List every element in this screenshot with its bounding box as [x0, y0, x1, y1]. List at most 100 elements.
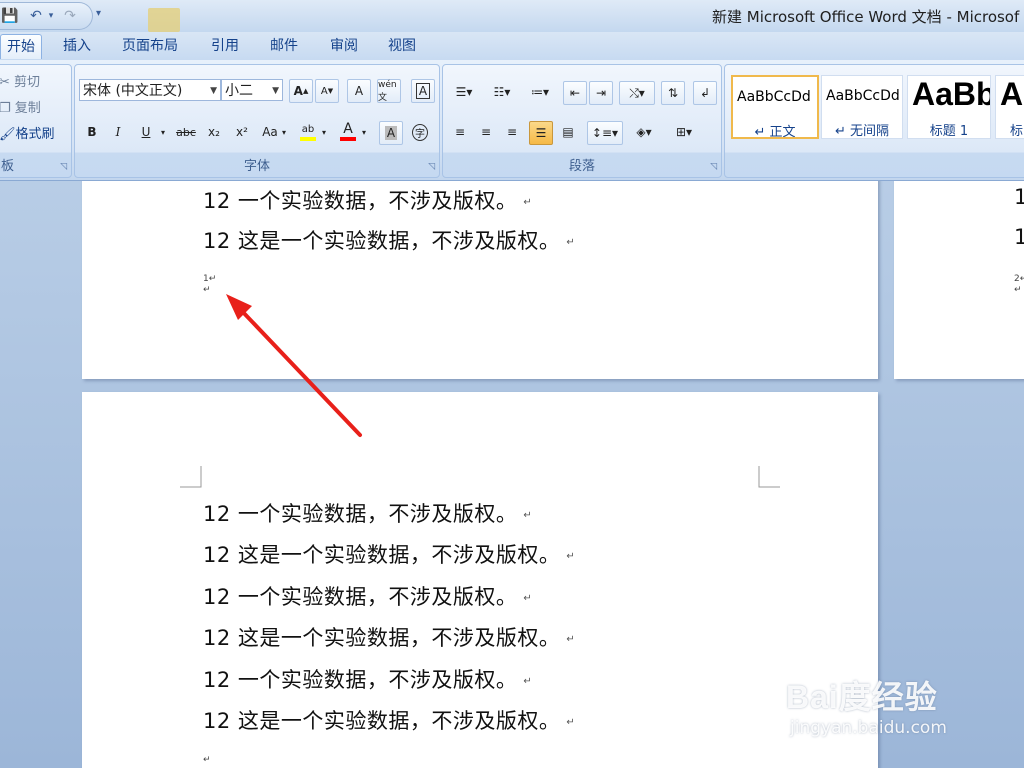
justify-icon[interactable]: ☰ — [529, 121, 553, 145]
subscript-button[interactable]: x₂ — [203, 121, 225, 143]
undo-icon[interactable]: ↶ — [26, 6, 46, 26]
text-line[interactable]: 12 这是一个实验数据，不涉及版权。 ↵ — [203, 539, 575, 569]
save-icon[interactable]: 💾 — [0, 6, 20, 26]
customize-qat-icon[interactable]: ▾ — [96, 8, 101, 19]
highlighter-icon: ab — [301, 123, 315, 135]
font-group: 宋体 (中文正文) ▼ 小二 ▼ A ▲ A ▼ A wén文 A B I U ▾ ab… — [74, 64, 440, 178]
tab-page-layout[interactable]: 页面布局 — [116, 34, 184, 58]
text-line[interactable]: 1 — [1014, 225, 1024, 249]
strikethrough-button[interactable]: abc — [175, 121, 197, 143]
paragraph-shading-icon[interactable]: ◈▾ — [627, 121, 661, 143]
document-page[interactable]: 12 一个实验数据，不涉及版权。 ↵ 12 这是一个实验数据，不涉及版权。 ↵ 12… — [82, 392, 878, 768]
borders-icon[interactable]: ⊞▾ — [669, 121, 699, 143]
style-name: ↵ 无间隔 — [834, 124, 890, 139]
eraser-icon: A — [354, 84, 364, 98]
paragraph-mark: ↵ — [523, 509, 533, 521]
paragraph-mark: ↵ — [523, 592, 533, 604]
format-painter-button[interactable]: 🖌格式刷 — [0, 123, 55, 142]
bullets-icon[interactable]: ☰▾ — [449, 81, 479, 103]
tab-mailings[interactable]: 邮件 — [264, 34, 304, 58]
font-name-combo[interactable]: 宋体 (中文正文) ▼ — [79, 79, 221, 101]
paragraph-mark: ↵ — [203, 755, 211, 765]
style-heading-2[interactable]: Aa 标 — [995, 75, 1024, 139]
font-launcher-icon[interactable]: ◹ — [428, 162, 435, 172]
char-shading-button[interactable]: A — [379, 121, 403, 145]
title-bar: 💾 ↶ ▾ ↷ ▾ 新建 Microsoft Office Word 文档 - … — [0, 0, 1024, 32]
cut-button[interactable]: ✂ 剪切 — [0, 71, 40, 90]
text-line[interactable]: 12 这是一个实验数据，不涉及版权。 ↵ — [203, 225, 575, 255]
style-normal[interactable]: AaBbCcDd ↵ 正文 — [731, 75, 819, 139]
phonetic-guide-button[interactable]: wén文 — [377, 79, 401, 103]
underline-dropdown[interactable]: ▾ — [157, 121, 169, 143]
font-color-button[interactable]: A — [337, 121, 359, 143]
redo-icon[interactable]: ↷ — [60, 6, 80, 26]
change-case-dropdown[interactable]: ▾ — [279, 121, 289, 143]
increase-indent-icon[interactable]: ⇥ — [589, 81, 613, 105]
enclose-char-button[interactable]: 字 — [409, 121, 431, 143]
text-line[interactable]: 12 一个实验数据，不涉及版权。 ↵ — [203, 185, 532, 215]
underline-button[interactable]: U — [135, 121, 157, 143]
sort-icon[interactable]: ⇅ — [661, 81, 685, 105]
document-page[interactable]: 12 一个实验数据，不涉及版权。 ↵ 12 这是一个实验数据，不涉及版权。 ↵ 1↵… — [82, 181, 878, 379]
text-line[interactable]: 12 一个实验数据，不涉及版权。 ↵ — [203, 498, 532, 528]
line-spacing-icon[interactable]: ↕≡▾ — [587, 121, 623, 145]
footnote-number[interactable]: 2↵ — [1014, 274, 1024, 284]
tab-insert[interactable]: 插入 — [57, 34, 97, 58]
text-line[interactable]: 1 — [1014, 185, 1024, 209]
text-line[interactable]: 12 一个实验数据，不涉及版权。 ↵ — [203, 581, 532, 611]
multilevel-list-icon[interactable]: ≔▾ — [525, 81, 555, 103]
decrease-indent-icon[interactable]: ⇤ — [563, 81, 587, 105]
font-size-combo[interactable]: 小二 ▼ — [221, 79, 283, 101]
text-line[interactable]: 12 一个实验数据，不涉及版权。 ↵ — [203, 664, 532, 694]
font-color-dropdown[interactable]: ▾ — [359, 121, 369, 143]
tab-review[interactable]: 审阅 — [324, 34, 364, 58]
grow-font-button[interactable]: A ▲ — [289, 79, 313, 103]
tab-home[interactable]: 开始 — [0, 34, 42, 59]
styles-group: AaBbCcDd ↵ 正文 AaBbCcDd ↵ 无间隔 AaBb 标题 1 A… — [724, 64, 1024, 178]
watermark-url: jingyan.baidu.com — [790, 718, 947, 738]
text-line[interactable]: 12 这是一个实验数据，不涉及版权。 ↵ — [203, 622, 575, 652]
footnote-number[interactable]: 1↵ — [203, 274, 216, 284]
show-marks-icon[interactable]: ↲ — [693, 81, 717, 105]
cut-label: 剪切 — [14, 75, 41, 90]
text-line[interactable]: 12 这是一个实验数据，不涉及版权。 ↵ — [203, 705, 575, 735]
align-right-icon[interactable]: ≡ — [501, 121, 523, 143]
strikethrough-icon: abc — [176, 125, 196, 139]
change-case-icon: Aa — [262, 125, 278, 139]
align-left-icon[interactable]: ≡ — [449, 121, 471, 143]
distributed-icon[interactable]: ▤ — [557, 121, 579, 143]
style-heading-1[interactable]: AaBb 标题 1 — [907, 75, 991, 139]
superscript-button[interactable]: x² — [231, 121, 253, 143]
shrink-font-icon: A — [320, 85, 328, 97]
align-center-icon[interactable]: ≡ — [475, 121, 497, 143]
chevron-down-icon: ▼ — [272, 86, 279, 96]
paragraph-mark: ↵ — [566, 236, 576, 248]
undo-dropdown-icon[interactable]: ▾ — [46, 6, 56, 26]
highlight-button[interactable]: ab — [297, 121, 319, 143]
document-page[interactable]: 1 1 2↵ ↵ — [894, 181, 1024, 379]
clipboard-launcher-icon[interactable]: ◹ — [60, 162, 67, 172]
highlight-dropdown[interactable]: ▾ — [319, 121, 329, 143]
font-name-value: 宋体 (中文正文) — [83, 83, 183, 99]
italic-button[interactable]: I — [107, 121, 129, 143]
numbering-icon[interactable]: ☷▾ — [487, 81, 517, 103]
copy-button[interactable]: ❐ 复制 — [0, 97, 41, 116]
tab-references[interactable]: 引用 — [205, 34, 245, 58]
style-no-spacing[interactable]: AaBbCcDd ↵ 无间隔 — [821, 75, 903, 139]
tab-view[interactable]: 视图 — [382, 34, 422, 58]
change-case-button[interactable]: Aa — [259, 121, 281, 143]
shrink-font-button[interactable]: A ▼ — [315, 79, 339, 103]
char-border-button[interactable]: A — [411, 79, 435, 103]
clear-format-button[interactable]: A — [347, 79, 371, 103]
font-group-label: 字体 — [243, 159, 270, 174]
paragraph-launcher-icon[interactable]: ◹ — [710, 162, 717, 172]
folder-icon — [148, 8, 180, 32]
bold-button[interactable]: B — [81, 121, 103, 143]
window-title: 新建 Microsoft Office Word 文档 - Microsof — [712, 8, 1020, 26]
chevron-down-icon: ▼ — [210, 86, 217, 96]
font-color-icon: A — [343, 121, 353, 137]
enclose-char-icon: 字 — [412, 123, 428, 141]
chinese-layout-icon[interactable]: ⤭▾ — [619, 81, 655, 105]
copy-label: 复制 — [14, 101, 41, 116]
style-sample: Aa — [1000, 76, 1024, 112]
